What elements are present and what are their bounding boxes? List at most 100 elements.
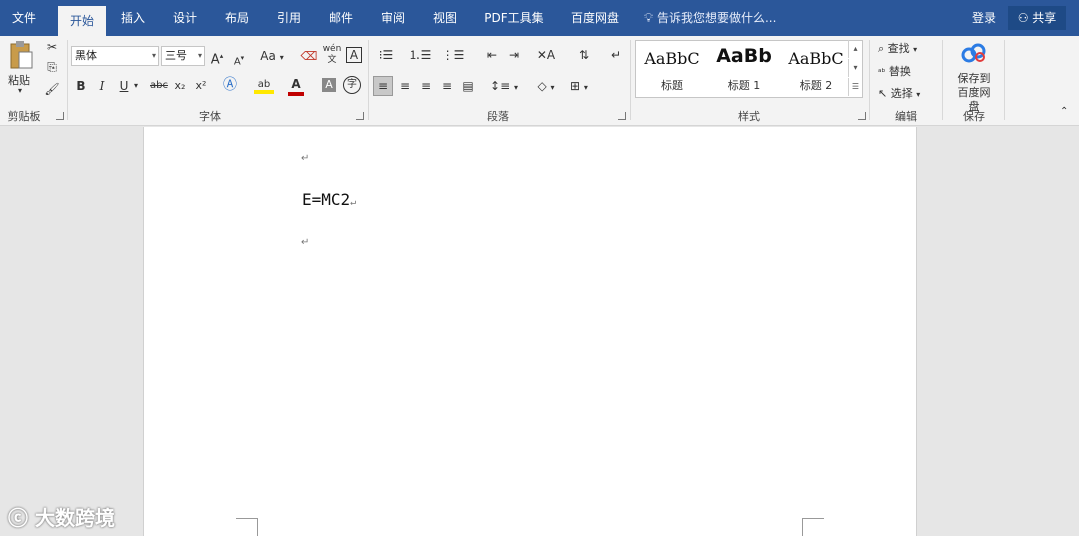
- divider: [869, 40, 870, 120]
- show-marks-icon[interactable]: ↵: [608, 46, 624, 64]
- strikethrough-button[interactable]: abc: [148, 77, 170, 95]
- clipboard-launcher-icon[interactable]: [56, 112, 64, 120]
- multilevel-list-icon[interactable]: ⋮☰: [440, 46, 466, 64]
- font-size-select[interactable]: 三号 ▾: [161, 46, 205, 66]
- superscript-button[interactable]: x²: [193, 77, 209, 95]
- tab-home[interactable]: 开始: [58, 6, 106, 36]
- sort-icon[interactable]: ⇅: [575, 46, 593, 64]
- editing-group-label: 编辑: [895, 110, 917, 123]
- style-heading-2[interactable]: AaBbC 标题 2: [780, 41, 852, 97]
- style-sample: AaBbC: [788, 49, 844, 68]
- divider: [1004, 40, 1005, 120]
- divider: [630, 40, 631, 120]
- styles-gallery: AaBbC 标题 AaBb 标题 1 AaBbC 标题 2: [635, 40, 863, 98]
- style-heading-1[interactable]: AaBb 标题 1: [708, 41, 780, 97]
- ribbon-home: 粘贴 ▾ ✂ ⎘ 🖌︎ 剪贴板 黑体 ▾ 三号 ▾ A▴ A▾ Aa ▾ ⌫ wén…: [0, 36, 1079, 126]
- replace-button[interactable]: ᵃᵇ 替换: [878, 63, 911, 79]
- shading-icon[interactable]: ◇ ▾: [532, 77, 560, 97]
- styles-launcher-icon[interactable]: [858, 112, 866, 120]
- highlight-color-icon[interactable]: ab: [254, 76, 274, 94]
- tab-references[interactable]: 引用: [266, 0, 312, 36]
- shrink-font-icon[interactable]: A▾: [232, 49, 246, 71]
- subscript-button[interactable]: x₂: [172, 77, 188, 95]
- font-color-icon[interactable]: A: [288, 76, 304, 96]
- cursor-arrow-icon: ↖: [878, 87, 888, 100]
- collapse-ribbon-icon[interactable]: ⌃: [1060, 106, 1068, 117]
- tell-me-search[interactable]: 💡︎ 告诉我您想要做什么...: [644, 0, 776, 36]
- change-case-button[interactable]: Aa ▾: [258, 47, 286, 67]
- tab-review[interactable]: 审阅: [370, 0, 416, 36]
- tell-me-text: 告诉我您想要做什么...: [656, 11, 777, 25]
- numbering-icon[interactable]: ⒈☰: [408, 46, 432, 64]
- underline-button[interactable]: U: [117, 77, 131, 95]
- align-right-icon[interactable]: ≡: [417, 77, 435, 95]
- copy-icon[interactable]: ⎘: [44, 58, 60, 76]
- divider: [67, 40, 68, 120]
- chinese-layout-icon[interactable]: ✕A: [534, 46, 558, 64]
- style-title[interactable]: AaBbC 标题: [636, 41, 708, 97]
- login-button[interactable]: 登录: [972, 0, 996, 36]
- replace-icon: ᵃᵇ: [878, 68, 886, 78]
- gallery-scroll-up-icon[interactable]: ▴: [848, 40, 862, 58]
- tab-file[interactable]: 文件: [0, 0, 48, 36]
- gallery-more-icon[interactable]: ☰: [848, 78, 862, 96]
- tab-pdf-tools[interactable]: PDF工具集: [476, 0, 552, 36]
- paragraph-launcher-icon[interactable]: [618, 112, 626, 120]
- phonetic-guide-icon[interactable]: wén 文: [322, 44, 342, 66]
- share-button[interactable]: ⚇ 共享: [1008, 6, 1066, 30]
- font-launcher-icon[interactable]: [356, 112, 364, 120]
- bold-button[interactable]: B: [74, 77, 88, 95]
- enclose-characters-icon[interactable]: 字: [343, 76, 361, 94]
- paragraph-mark: ↵: [301, 237, 310, 248]
- align-center-icon[interactable]: ≡: [396, 77, 414, 95]
- save-group-label: 保存: [963, 110, 985, 123]
- character-border-icon[interactable]: A: [346, 47, 362, 63]
- cut-icon[interactable]: ✂: [44, 38, 60, 56]
- user-icon: ⚇: [1017, 11, 1029, 25]
- underline-dropdown-icon[interactable]: ▾: [132, 77, 140, 95]
- lightbulb-icon: 💡︎: [644, 11, 654, 26]
- tab-design[interactable]: 设计: [162, 0, 208, 36]
- baidu-cloud-icon[interactable]: [958, 42, 990, 66]
- style-sample: AaBb: [716, 45, 772, 67]
- justify-icon[interactable]: ≡: [438, 77, 456, 95]
- find-button[interactable]: ⌕ 查找 ▾: [878, 40, 917, 56]
- watermark-text: 大数跨境: [34, 506, 115, 530]
- tab-baidu-netdisk[interactable]: 百度网盘: [560, 0, 630, 36]
- font-group-label: 字体: [199, 110, 221, 123]
- tab-mailings[interactable]: 邮件: [318, 0, 364, 36]
- distributed-icon[interactable]: ▤: [459, 77, 477, 95]
- margin-corner-mark: [236, 518, 258, 536]
- paste-icon[interactable]: [8, 40, 34, 72]
- character-shading-icon[interactable]: A: [322, 78, 336, 92]
- document-area: ↵ E=MC2↵ ↵: [0, 127, 1079, 536]
- style-name: 标题 2: [799, 79, 833, 92]
- format-painter-icon[interactable]: 🖌︎: [44, 80, 60, 98]
- divider: [942, 40, 943, 120]
- decrease-indent-icon[interactable]: ⇤: [482, 46, 502, 64]
- paragraph-mark: ↵: [301, 153, 310, 164]
- increase-indent-icon[interactable]: ⇥: [504, 46, 524, 64]
- italic-button[interactable]: I: [95, 77, 109, 95]
- document-page[interactable]: ↵ E=MC2↵ ↵: [143, 127, 917, 536]
- paste-dropdown-icon[interactable]: ▾: [18, 86, 22, 95]
- borders-icon[interactable]: ⊞ ▾: [565, 77, 593, 97]
- line-spacing-icon[interactable]: ↕≡ ▾: [490, 77, 518, 97]
- watermark: ⓒ 大数跨境: [8, 502, 115, 531]
- text-effects-icon[interactable]: Ⓐ: [222, 76, 238, 94]
- tab-insert[interactable]: 插入: [110, 0, 156, 36]
- bullets-icon[interactable]: ⁝☰: [374, 46, 398, 64]
- font-name-select[interactable]: 黑体 ▾: [71, 46, 159, 66]
- tab-view[interactable]: 视图: [422, 0, 468, 36]
- style-name: 标题 1: [727, 79, 761, 92]
- select-button[interactable]: ↖ 选择 ▾: [878, 85, 920, 101]
- gallery-scroll-down-icon[interactable]: ▾: [848, 59, 862, 77]
- tab-layout[interactable]: 布局: [214, 0, 260, 36]
- equation-text[interactable]: E=MC2↵: [302, 190, 356, 209]
- style-name: 标题: [661, 79, 683, 92]
- clear-formatting-icon[interactable]: ⌫: [300, 47, 318, 65]
- align-left-icon[interactable]: ≡: [373, 76, 393, 96]
- style-sample: AaBbC: [644, 49, 700, 68]
- clipboard-group-label: 剪贴板: [7, 110, 41, 123]
- grow-font-icon[interactable]: A▴: [210, 47, 224, 69]
